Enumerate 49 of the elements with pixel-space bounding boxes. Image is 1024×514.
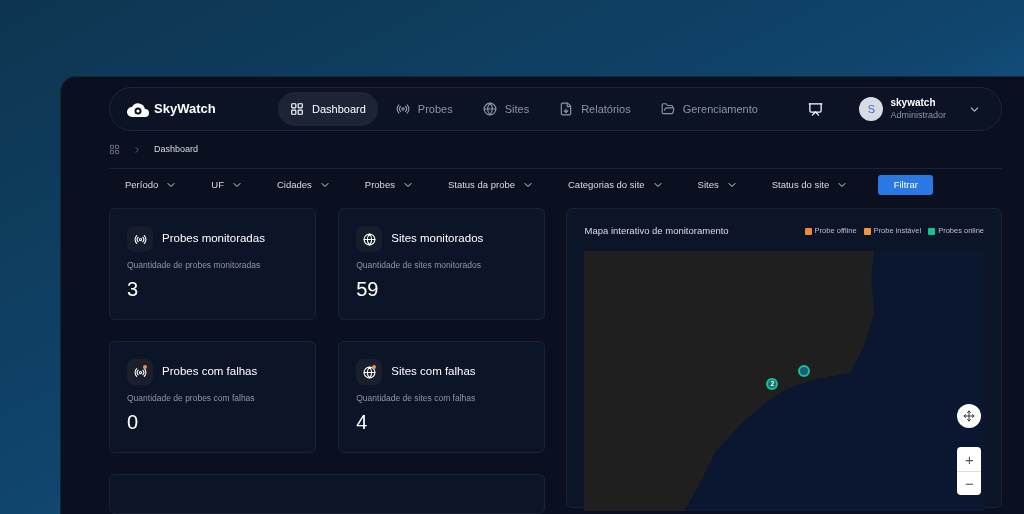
stat-title: Sites com falhas (391, 364, 476, 380)
nav-tab[interactable]: Sites (470, 92, 542, 126)
nav-tab[interactable]: Relatórios (547, 92, 643, 126)
signal-icon (133, 232, 147, 246)
filter-dropdown[interactable]: Sites (697, 178, 738, 193)
filter-dropdown[interactable]: Período (125, 178, 178, 193)
signal-icon (395, 102, 410, 116)
nav-tab[interactable]: Gerenciamento (648, 92, 770, 126)
stat-value: 0 (127, 409, 140, 435)
grid-icon[interactable] (109, 144, 120, 156)
stat-value: 59 (356, 276, 380, 302)
user-role: Administrador (890, 109, 946, 121)
nav-tab[interactable]: Probes (383, 92, 465, 126)
filter-dropdown[interactable]: Status da probe (447, 178, 534, 193)
filter-dropdown[interactable]: Cidades (276, 178, 331, 193)
stat-title: Probes com falhas (162, 364, 258, 380)
chevron-right-icon (132, 144, 142, 155)
filter-dropdown[interactable]: Status do site (771, 178, 849, 193)
filter-dropdown[interactable]: Probes (364, 178, 414, 193)
globe-icon (482, 102, 497, 116)
breadcrumb-item[interactable]: Dashboard (154, 142, 199, 157)
globe-icon (362, 232, 376, 246)
stat-subtitle: Quantidade de probes com falhas (127, 392, 256, 405)
stat-subtitle: Quantidade de probes monitoradas (127, 259, 262, 272)
filter-button[interactable]: Filtrar (878, 175, 934, 196)
globe-icon (362, 365, 376, 379)
folder-icon (660, 102, 675, 116)
stat-value: 3 (127, 276, 140, 302)
zoom-out-button[interactable]: − (957, 471, 982, 495)
user-name: skywatch (890, 97, 937, 110)
document-icon (559, 102, 574, 116)
signal-icon (133, 365, 147, 379)
grid-icon (290, 102, 304, 116)
avatar[interactable]: S (859, 97, 884, 121)
stat-title: Probes monitoradas (162, 231, 265, 247)
cloud-eye-logo-icon (126, 100, 150, 118)
stat-subtitle: Quantidade de sites monitorados (356, 259, 482, 272)
stat-subtitle: Quantidade de sites com falhas (356, 392, 477, 405)
recenter-button[interactable] (957, 404, 982, 428)
stat-value: 4 (356, 409, 369, 435)
filter-dropdown[interactable]: UF (211, 178, 243, 193)
move-icon (963, 410, 976, 422)
brand-name: SkyWatch (154, 100, 216, 119)
stat-title: Sites monitorados (391, 231, 484, 247)
nav-tab[interactable]: Dashboard (278, 92, 378, 126)
zoom-in-button[interactable]: + (957, 447, 982, 471)
filter-dropdown[interactable]: Categorias do site (568, 178, 664, 193)
map-title: Mapa interativo de monitoramento (584, 223, 729, 238)
presentation-icon[interactable] (808, 101, 824, 117)
